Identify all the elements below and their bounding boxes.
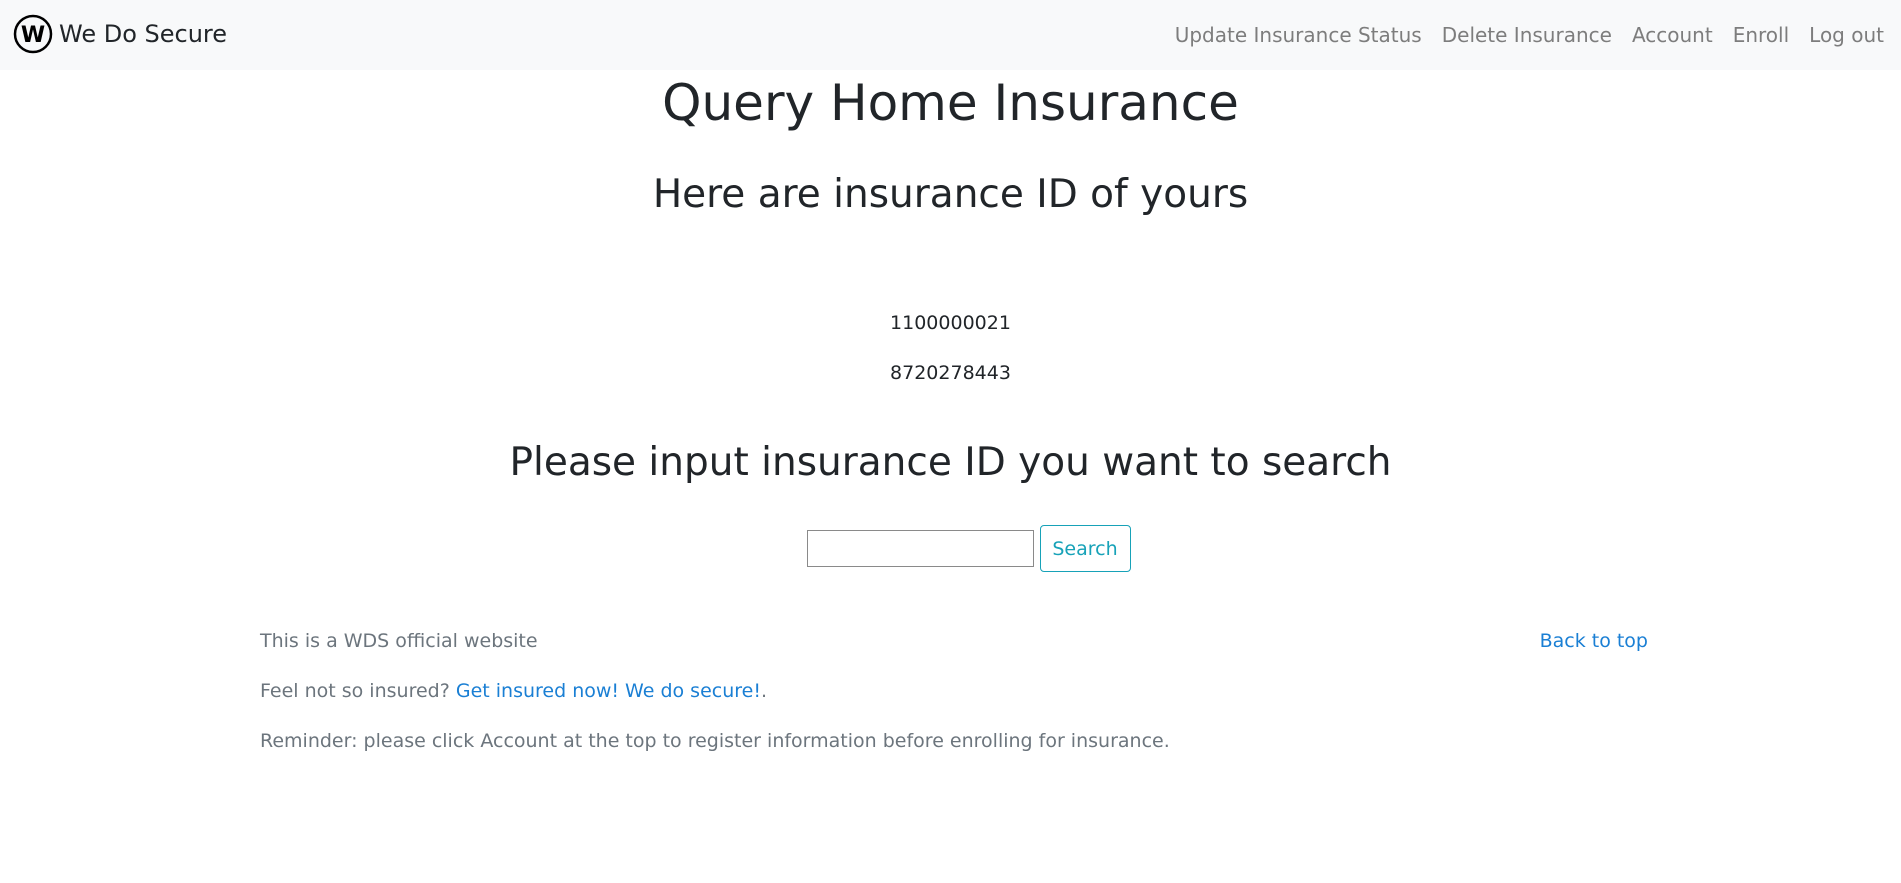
brand-link[interactable]: W We Do Secure bbox=[13, 13, 227, 55]
brand-name: We Do Secure bbox=[59, 20, 228, 48]
get-insured-link[interactable]: Get insured now! We do secure! bbox=[456, 680, 761, 702]
insurance-id-item: 8720278443 bbox=[890, 362, 1011, 384]
circle-w-logo-icon: W bbox=[13, 14, 53, 54]
svg-text:W: W bbox=[21, 23, 45, 48]
nav-enroll[interactable]: Enroll bbox=[1733, 23, 1789, 47]
nav-update-insurance-status[interactable]: Update Insurance Status bbox=[1175, 23, 1422, 47]
footer-official-text: This is a WDS official website bbox=[260, 630, 538, 652]
nav-account[interactable]: Account bbox=[1632, 23, 1713, 47]
footer-promo-prefix: Feel not so insured? bbox=[260, 680, 456, 702]
footer-promo: Feel not so insured? Get insured now! We… bbox=[260, 680, 767, 702]
nav-links: Update Insurance Status Delete Insurance… bbox=[1155, 0, 1884, 70]
search-form: Search bbox=[0, 525, 1901, 572]
page-title: Query Home Insurance bbox=[662, 74, 1239, 132]
insurance-ids-heading: Here are insurance ID of yours bbox=[652, 172, 1249, 217]
top-navbar: W We Do Secure Update Insurance Status D… bbox=[0, 0, 1901, 70]
insurance-id-list: 1100000021 8720278443 bbox=[0, 311, 1901, 411]
search-button[interactable]: Search bbox=[1039, 525, 1131, 572]
footer-promo-suffix: . bbox=[760, 680, 768, 702]
footer-reminder: Reminder: please click Account at the to… bbox=[260, 730, 1170, 752]
nav-delete-insurance[interactable]: Delete Insurance bbox=[1442, 23, 1612, 47]
insurance-id-item: 1100000021 bbox=[890, 312, 1011, 334]
nav-log-out[interactable]: Log out bbox=[1809, 23, 1884, 47]
insurance-id-search-input[interactable] bbox=[806, 530, 1034, 567]
search-heading: Please input insurance ID you want to se… bbox=[509, 440, 1392, 485]
back-to-top-link[interactable]: Back to top bbox=[1540, 630, 1648, 652]
